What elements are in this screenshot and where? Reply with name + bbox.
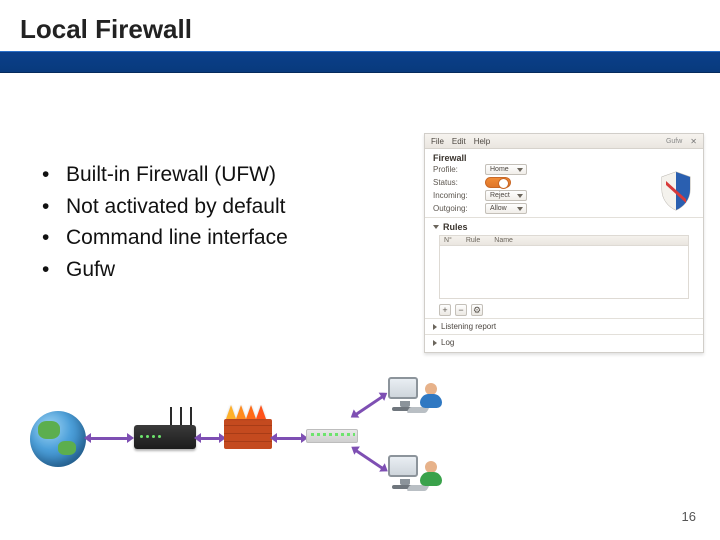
menu-help[interactable]: Help xyxy=(474,137,490,146)
remove-rule-button[interactable]: − xyxy=(455,304,467,316)
rules-list: N° Rule Name xyxy=(439,235,689,299)
header-band xyxy=(0,51,720,73)
outgoing-label: Outgoing: xyxy=(433,204,479,213)
section-title-rules: Rules xyxy=(443,222,468,232)
switch-icon xyxy=(306,429,358,443)
arrow-firewall-switch xyxy=(276,437,302,440)
network-diagram xyxy=(30,373,450,503)
person-icon xyxy=(420,461,442,487)
add-rule-button[interactable]: + xyxy=(439,304,451,316)
bullet-item: Command line interface xyxy=(42,222,288,254)
gufw-window: File Edit Help Gufw ✕ Firewall Profile: … xyxy=(424,133,704,353)
menu-file[interactable]: File xyxy=(431,137,444,146)
section-title-firewall: Firewall xyxy=(433,153,695,163)
menu-edit[interactable]: Edit xyxy=(452,137,466,146)
gufw-rules-section: Rules N° Rule Name + − ⚙ xyxy=(425,218,703,318)
router-icon xyxy=(134,425,196,449)
globe-icon xyxy=(30,411,86,467)
page-number: 16 xyxy=(682,509,696,524)
status-toggle[interactable] xyxy=(485,177,511,188)
close-icon[interactable]: ✕ xyxy=(690,137,697,146)
person-icon xyxy=(420,383,442,409)
profile-dropdown[interactable]: Home xyxy=(485,164,527,175)
section-title-listening: Listening report xyxy=(441,322,496,331)
listening-report-section[interactable]: Listening report xyxy=(425,318,703,334)
gufw-menubar: File Edit Help Gufw ✕ xyxy=(425,134,703,149)
arrow-switch-pc2 xyxy=(355,449,383,469)
profile-label: Profile: xyxy=(433,165,479,174)
bullet-list: Built-in Firewall (UFW) Not activated by… xyxy=(42,159,288,285)
arrow-switch-pc1 xyxy=(355,395,383,415)
status-label: Status: xyxy=(433,178,479,187)
arrow-router-firewall xyxy=(200,437,220,440)
shield-icon xyxy=(659,171,693,211)
firewall-icon xyxy=(224,419,272,449)
edit-rule-button[interactable]: ⚙ xyxy=(471,304,483,316)
bullet-item: Not activated by default xyxy=(42,191,288,223)
rules-col-name: Name xyxy=(494,237,513,244)
outgoing-dropdown[interactable]: Allow xyxy=(485,203,527,214)
chevron-down-icon xyxy=(433,225,439,229)
bullet-item: Built-in Firewall (UFW) xyxy=(42,159,288,191)
log-section[interactable]: Log xyxy=(425,334,703,350)
rules-col-num: N° xyxy=(444,237,452,244)
rules-col-rule: Rule xyxy=(466,237,480,244)
incoming-dropdown[interactable]: Reject xyxy=(485,190,527,201)
page-title: Local Firewall xyxy=(20,14,720,45)
gufw-firewall-section: Firewall Profile: Home Status: Incoming:… xyxy=(425,149,703,218)
bullet-item: Gufw xyxy=(42,254,288,286)
incoming-label: Incoming: xyxy=(433,191,479,200)
window-title-badge: Gufw xyxy=(666,138,682,145)
arrow-globe-router xyxy=(90,437,128,440)
section-title-log: Log xyxy=(441,338,454,347)
